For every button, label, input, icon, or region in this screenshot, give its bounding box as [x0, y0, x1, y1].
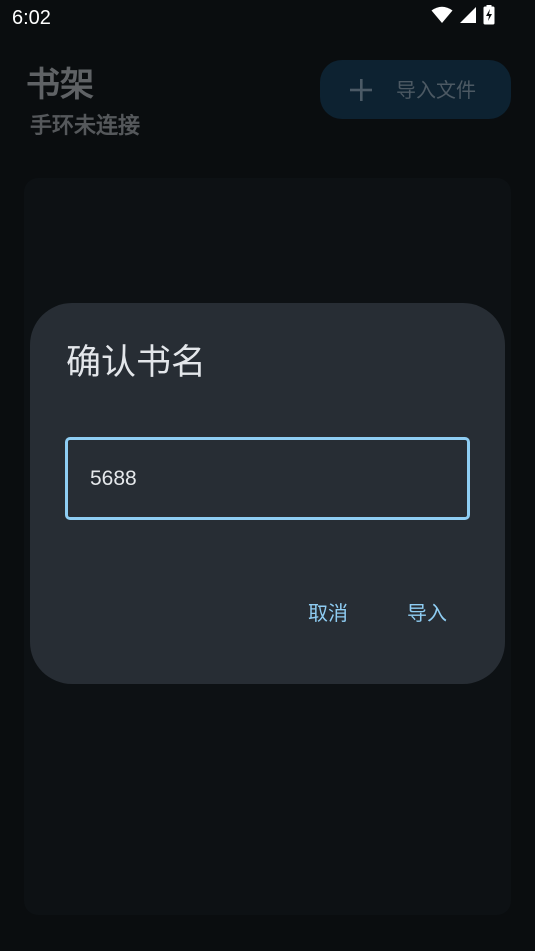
confirm-title-dialog: 确认书名 取消 导入 [30, 303, 505, 684]
book-title-input[interactable] [65, 437, 470, 520]
confirm-import-button[interactable]: 导入 [404, 593, 450, 633]
dialog-title: 确认书名 [66, 343, 207, 383]
cancel-button[interactable]: 取消 [305, 593, 351, 633]
